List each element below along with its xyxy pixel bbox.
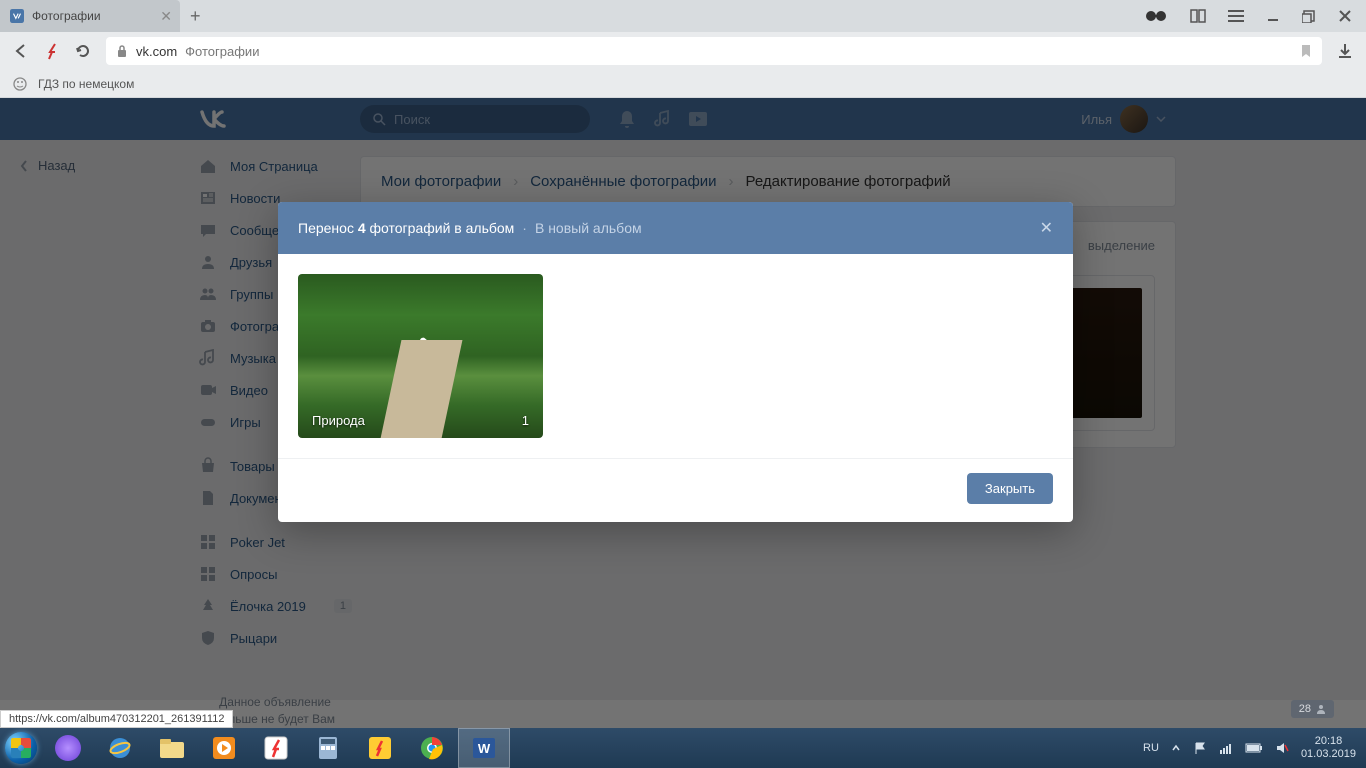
close-button[interactable]: Закрыть <box>967 473 1053 504</box>
reload-button[interactable] <box>74 42 92 60</box>
browser-address-bar: vk.com Фотографии <box>0 32 1366 70</box>
tab-title: Фотографии <box>32 9 101 23</box>
browser-toolbar-right <box>1144 8 1366 24</box>
person-icon <box>1316 704 1326 714</box>
tray-sound-icon[interactable] <box>1275 741 1289 755</box>
taskbar-explorer[interactable] <box>146 728 198 768</box>
start-button[interactable] <box>0 728 42 768</box>
tray-network-icon[interactable] <box>1219 742 1233 754</box>
window-close-icon[interactable] <box>1338 9 1352 23</box>
system-tray: RU 20:18 01.03.2019 <box>1133 735 1366 761</box>
album-count: 1 <box>522 413 529 428</box>
vk-notif-counter[interactable]: 28 <box>1291 700 1334 718</box>
bookmark-item[interactable]: ГДЗ по немецком <box>38 77 134 91</box>
taskbar-chrome[interactable] <box>406 728 458 768</box>
tab-close-icon[interactable]: ✕ <box>160 8 172 25</box>
collections-icon[interactable] <box>1190 8 1206 24</box>
modal-title: Перенос 4 фотографий в альбом <box>298 220 514 236</box>
taskbar-yandex[interactable] <box>250 728 302 768</box>
taskbar-cortana[interactable] <box>42 728 94 768</box>
tray-flag-icon[interactable] <box>1193 741 1207 755</box>
album-name: Природа <box>312 413 365 428</box>
lock-icon <box>116 44 128 58</box>
download-icon[interactable] <box>1336 42 1354 60</box>
smile-icon[interactable] <box>12 76 28 92</box>
maximize-icon[interactable] <box>1302 9 1316 23</box>
tray-time: 20:18 <box>1301 735 1356 748</box>
taskbar-yandex-search[interactable] <box>354 728 406 768</box>
address-field[interactable]: vk.com Фотографии <box>106 37 1322 65</box>
browser-tab-strip: Фотографии ✕ + <box>0 0 1366 32</box>
url-domain: vk.com <box>136 44 177 59</box>
tray-lang[interactable]: RU <box>1143 742 1159 754</box>
taskbar-ie[interactable] <box>94 728 146 768</box>
new-album-link[interactable]: В новый альбом <box>535 220 642 236</box>
tray-battery-icon[interactable] <box>1245 743 1263 753</box>
new-tab-button[interactable]: + <box>180 6 211 27</box>
tray-arrow-icon[interactable] <box>1171 743 1181 753</box>
taskbar-word[interactable]: W <box>458 728 510 768</box>
notif-count: 28 <box>1299 703 1311 715</box>
bookmark-icon[interactable] <box>1300 44 1312 58</box>
modal-close-icon[interactable]: ✕ <box>1040 218 1053 238</box>
move-photos-modal: Перенос 4 фотографий в альбом · В новый … <box>278 202 1073 522</box>
minimize-icon[interactable] <box>1266 9 1280 23</box>
modal-header: Перенос 4 фотографий в альбом · В новый … <box>278 202 1073 254</box>
windows-taskbar: W RU 20:18 01.03.2019 <box>0 728 1366 768</box>
browser-tab[interactable]: Фотографии ✕ <box>0 0 180 32</box>
yandex-home-button[interactable] <box>44 42 60 60</box>
vk-favicon <box>10 9 24 23</box>
menu-icon[interactable] <box>1228 9 1244 23</box>
url-title: Фотографии <box>185 44 259 59</box>
arrow-right-icon <box>397 335 445 376</box>
tray-clock[interactable]: 20:18 01.03.2019 <box>1301 735 1356 761</box>
taskbar-calc[interactable] <box>302 728 354 768</box>
status-bar-url: https://vk.com/album470312201_261391112 <box>0 710 233 728</box>
album-card[interactable]: Природа 1 <box>298 274 543 438</box>
taskbar-wmp[interactable] <box>198 728 250 768</box>
back-button[interactable] <box>12 42 30 60</box>
svg-text:W: W <box>478 741 491 756</box>
incognito-icon[interactable] <box>1144 9 1168 23</box>
bookmark-bar: ГДЗ по немецком <box>0 70 1366 98</box>
tray-date: 01.03.2019 <box>1301 748 1356 761</box>
